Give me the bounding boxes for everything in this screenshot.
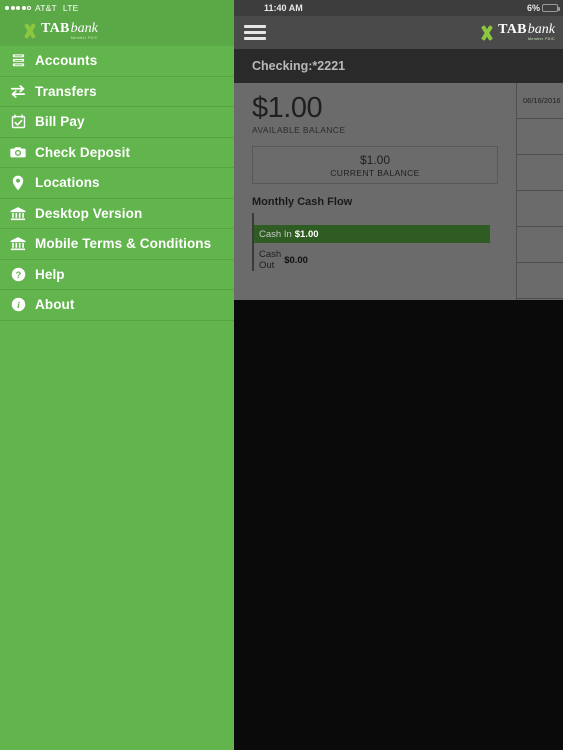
battery-percent-label: 6% <box>526 3 540 13</box>
sidebar-item-help[interactable]: ? Help <box>0 260 234 290</box>
sidebar-item-mobile-terms-and-conditions[interactable]: Mobile Terms & Conditions <box>0 229 234 260</box>
cash-in-label: Cash In <box>259 228 292 240</box>
account-title: Checking:*2221 <box>252 59 346 73</box>
sidebar-item-label: Help <box>35 266 65 282</box>
sidebar-item-label: Bill Pay <box>35 114 85 130</box>
info-circle-icon: i <box>8 295 28 315</box>
bank-building-icon <box>8 234 28 254</box>
battery-icon <box>542 4 560 12</box>
available-balance-label: AVAILABLE BALANCE <box>252 125 346 136</box>
cash-out-bar: Cash Out $0.00 <box>254 249 308 271</box>
logo-name-italic: bank <box>527 22 555 38</box>
tab-bank-x-logo-icon <box>22 23 38 39</box>
sidebar-item-accounts[interactable]: Accounts <box>0 46 234 77</box>
map-pin-icon <box>8 173 28 193</box>
sidebar-item-label: Desktop Version <box>35 205 143 221</box>
cash-out-label: Cash Out <box>259 249 282 272</box>
monthly-cash-flow-title: Monthly Cash Flow <box>252 196 353 209</box>
logo-name-italic: bank <box>70 20 98 36</box>
camera-icon <box>8 142 28 162</box>
app-navbar: TAB bank Member FDIC <box>234 16 563 49</box>
battery-indicator: 6% <box>526 3 560 13</box>
sidebar-item-label: Mobile Terms & Conditions <box>35 236 212 252</box>
sidebar-item-about[interactable]: i About <box>0 290 234 321</box>
transaction-row[interactable] <box>517 155 563 191</box>
transaction-list-panel[interactable]: 06/16/2016 <box>516 83 563 300</box>
logo-name-bold: TAB <box>41 20 70 36</box>
account-card-header: Checking:*2221 <box>234 49 563 83</box>
svg-text:?: ? <box>15 270 21 280</box>
sidebar-item-locations[interactable]: Locations <box>0 168 234 199</box>
status-bar-right: 11:40 AM 6% <box>234 0 563 16</box>
network-type-label: LTE <box>62 3 79 13</box>
tab-bank-logo: TAB bank Member FDIC <box>22 20 98 41</box>
current-balance-label: CURRENT BALANCE <box>330 167 420 178</box>
transaction-row[interactable] <box>517 263 563 299</box>
bank-building-icon <box>8 203 28 223</box>
sidebar-item-transfers[interactable]: Transfers <box>0 77 234 107</box>
balance-summary: $1.00 AVAILABLE BALANCE $1.00 CURRENT BA… <box>234 83 516 272</box>
svg-text:i: i <box>17 300 20 311</box>
sidebar-item-bill-pay[interactable]: Bill Pay <box>0 107 234 138</box>
current-balance-amount: $1.00 <box>359 152 391 167</box>
transfers-arrows-icon <box>8 81 28 101</box>
calendar-check-icon <box>8 112 28 132</box>
cash-in-value: $1.00 <box>294 228 319 240</box>
transaction-row[interactable] <box>517 119 563 155</box>
sidebar-brand-header: TAB bank Member FDIC <box>0 16 234 46</box>
transaction-row[interactable] <box>517 227 563 263</box>
tab-bank-x-logo-icon <box>479 24 495 41</box>
account-card: Checking:*2221 $1.00 AVAILABLE BALANCE $… <box>234 49 563 300</box>
sidebar-item-label: Transfers <box>35 83 97 99</box>
navbar-tab-bank-logo: TAB bank Member FDIC <box>479 23 555 42</box>
logo-name-bold: TAB <box>498 22 527 38</box>
transaction-date: 06/16/2016 <box>523 96 561 105</box>
accounts-stack-icon <box>8 51 28 71</box>
monthly-cash-flow-chart: Cash In $1.00 Cash Out $0.00 <box>252 213 498 272</box>
carrier-label: AT&T <box>35 3 57 13</box>
sidebar-drawer: AT&T LTE TAB bank Member FDIC Accounts T… <box>0 0 234 750</box>
cash-in-bar: Cash In $1.00 <box>254 225 490 244</box>
sidebar-item-label: About <box>35 297 75 313</box>
sidebar-item-desktop-version[interactable]: Desktop Version <box>0 199 234 229</box>
hamburger-menu-icon[interactable] <box>244 25 266 40</box>
sidebar-item-label: Check Deposit <box>35 144 131 160</box>
account-card-body: $1.00 AVAILABLE BALANCE $1.00 CURRENT BA… <box>234 83 563 300</box>
transaction-row[interactable] <box>517 191 563 227</box>
sidebar-item-check-deposit[interactable]: Check Deposit <box>0 138 234 168</box>
status-bar-left: AT&T LTE <box>0 0 234 16</box>
signal-strength-icon <box>5 6 31 10</box>
logo-member-fdic: Member FDIC <box>70 35 98 40</box>
current-balance-box[interactable]: $1.00 CURRENT BALANCE <box>252 146 498 185</box>
question-circle-icon: ? <box>8 264 28 284</box>
sidebar-item-label: Accounts <box>35 53 98 69</box>
sidebar-item-label: Locations <box>35 175 100 191</box>
logo-member-fdic: Member FDIC <box>528 37 555 42</box>
main-content-pane: 11:40 AM 6% TAB bank Member FDIC Checkin… <box>234 0 563 750</box>
clock-label: 11:40 AM <box>264 3 303 13</box>
available-balance-amount: $1.00 <box>252 92 323 124</box>
transaction-row[interactable]: 06/16/2016 <box>517 83 563 119</box>
cash-out-value: $0.00 <box>284 254 308 266</box>
